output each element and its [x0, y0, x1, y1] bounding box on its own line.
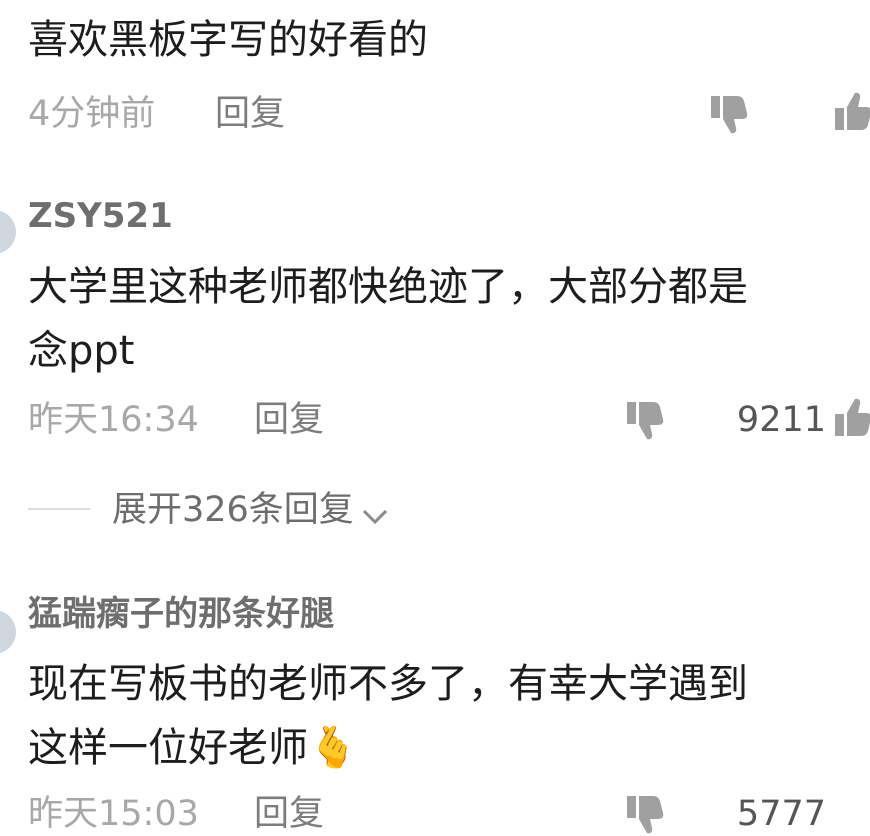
comment-line: 大学里这种老师都快绝迹了，大部分都是: [28, 264, 748, 310]
thumbs-down-icon[interactable]: [624, 792, 666, 836]
expand-replies-button[interactable]: 展开326条回复: [112, 490, 390, 530]
thumbs-up-icon[interactable]: [832, 396, 870, 440]
divider: [28, 508, 90, 510]
comment-text: 现在写板书的老师不多了，有幸大学遇到 这样一位好老师🫰: [28, 652, 748, 780]
like-count: 5777: [736, 794, 826, 834]
reply-button[interactable]: 回复: [254, 794, 324, 834]
comment-line: 这样一位好老师🫰: [28, 725, 358, 771]
reply-button[interactable]: 回复: [254, 400, 324, 440]
thumbs-up-icon[interactable]: [832, 90, 870, 134]
comment-line: 喜欢黑板字写的好看的: [28, 17, 428, 63]
reply-button[interactable]: 回复: [215, 94, 285, 134]
comment-text: 喜欢黑板字写的好看的: [28, 8, 428, 72]
avatar[interactable]: [0, 210, 16, 254]
comment-line: 现在写板书的老师不多了，有幸大学遇到: [28, 661, 748, 707]
thumbs-down-icon[interactable]: [624, 398, 666, 442]
comment-text: 大学里这种老师都快绝迹了，大部分都是 念ppt: [28, 255, 748, 383]
avatar[interactable]: [0, 610, 16, 654]
thumbs-down-icon[interactable]: [708, 92, 750, 136]
comment-time: 4分钟前: [28, 94, 156, 134]
comment-time: 昨天16:34: [28, 400, 199, 440]
like-count: 9211: [736, 400, 826, 440]
comment-time: 昨天15:03: [28, 794, 199, 834]
expand-replies-label: 展开326条回复: [112, 490, 354, 530]
chevron-down-icon: [360, 498, 390, 525]
username[interactable]: ZSY521: [28, 196, 173, 236]
username[interactable]: 猛踹瘸子的那条好腿: [28, 594, 334, 634]
comment-line: 念ppt: [28, 328, 135, 374]
